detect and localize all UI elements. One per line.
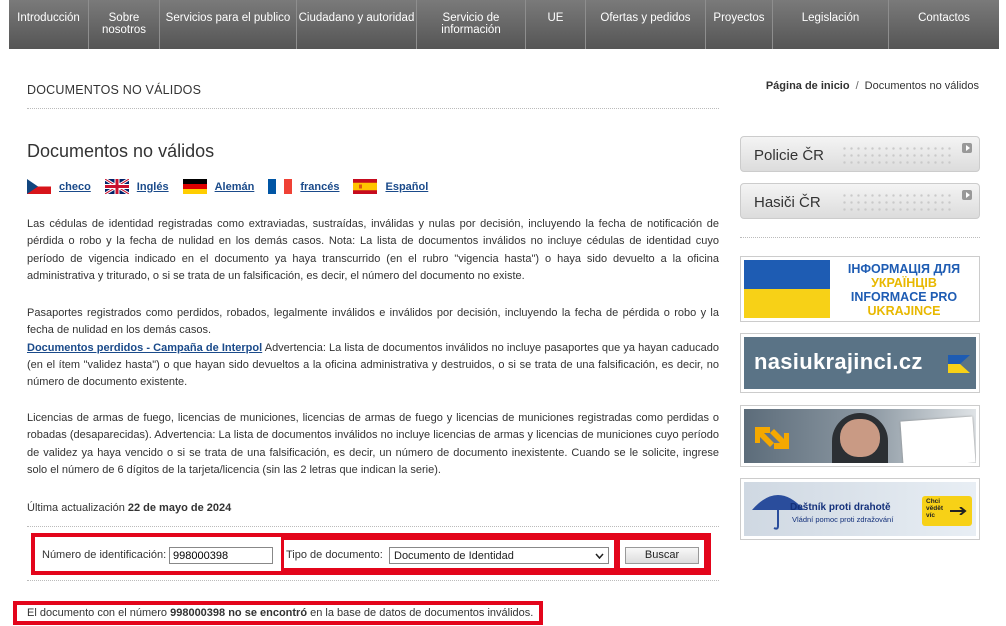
arrows-logo-icon <box>755 427 789 449</box>
ukraine-flag-icon <box>948 355 970 373</box>
id-cards-paragraph: Las cédulas de identidad registradas com… <box>27 218 719 282</box>
spanish-flag-icon <box>353 179 378 194</box>
french-flag-icon <box>268 179 293 194</box>
last-update: Última actualización 22 de mayo de 2024 <box>27 502 231 514</box>
language-link-german[interactable]: Alemán <box>215 181 255 193</box>
chevron-down-icon <box>595 553 604 559</box>
language-link-czech[interactable]: checo <box>59 181 91 193</box>
form-divider-bottom <box>27 580 719 581</box>
nav-item-legislacion[interactable]: Legislación <box>773 0 889 49</box>
nav-item-sobre-nosotros[interactable]: Sobre nosotros <box>89 0 160 49</box>
breadcrumb-current: Documentos no válidos <box>864 80 979 92</box>
passports-paragraph: Pasaportes registrados como perdidos, ro… <box>27 305 719 391</box>
header-divider <box>27 108 719 109</box>
last-update-date: 22 de mayo de 2024 <box>127 502 232 514</box>
arrow-right-icon <box>962 190 972 200</box>
ukraine-info-banner[interactable]: ІНФОРМАЦІЯ ДЛЯ УКРАЇНЦІВ INFORMACE PRO U… <box>740 256 980 322</box>
form-divider-top <box>27 526 719 527</box>
czech-flag-icon <box>27 179 51 194</box>
nasiukrajinci-text: nasiukrajinci.cz <box>754 349 923 374</box>
policie-cr-label: Policie ČR <box>754 147 825 164</box>
destnik-badge-text: Chci vědět víc <box>926 498 943 519</box>
interpol-campaign-link[interactable]: Documentos perdidos - Campaña de Interpo… <box>27 342 262 354</box>
passports-text: Pasaportes registrados como perdidos, ro… <box>27 307 719 337</box>
top-navigation: Introducción Sobre nosotros Servicios pa… <box>9 0 999 49</box>
document-type-label: Tipo de documento: <box>286 549 383 561</box>
last-update-label: Última actualización <box>27 502 128 514</box>
destnik-title: Deštník proti drahotě <box>790 502 891 513</box>
language-czech[interactable]: checo <box>27 179 91 194</box>
firearms-paragraph: Licencias de armas de fuego, licencias d… <box>27 412 719 476</box>
breadcrumb-home-link[interactable]: Página de inicio <box>766 80 850 92</box>
german-flag-icon <box>182 179 207 194</box>
document-sheet-image <box>900 416 976 463</box>
dot-pattern <box>841 192 951 212</box>
document-type-selected: Documento de Identidad <box>394 549 514 562</box>
nav-item-introduccion[interactable]: Introducción <box>9 0 89 49</box>
destnik-banner[interactable]: Deštník proti drahotě Vládní pomoc proti… <box>740 478 980 540</box>
language-list: checo Inglés Alemán francés Español <box>27 179 442 194</box>
destnik-badge: Chci vědět víc <box>922 496 972 526</box>
language-german[interactable]: Alemán <box>182 179 255 194</box>
breadcrumb: Página de inicio / Documentos no válidos <box>766 80 979 92</box>
nav-item-contactos[interactable]: Contactos <box>889 0 999 49</box>
banner-ua-line4: UKRAJINCE <box>867 304 941 318</box>
dot-pattern <box>841 145 951 165</box>
destnik-subtitle: Vládní pomoc proti zdražování <box>792 515 894 524</box>
ukraine-flag-blue <box>744 260 830 289</box>
language-link-french[interactable]: francés <box>300 181 339 193</box>
policie-cr-button[interactable]: Policie ČR <box>740 136 980 172</box>
hasici-cr-button[interactable]: Hasiči ČR <box>740 183 980 219</box>
nav-item-informacion[interactable]: Servicio de información <box>417 0 526 49</box>
banner-ua-line2: УКРАЇНЦІВ <box>871 276 937 290</box>
uk-flag-icon <box>104 179 129 194</box>
id-number-input[interactable] <box>169 547 273 564</box>
arrow-right-icon <box>962 143 972 153</box>
nasiukrajinci-banner[interactable]: nasiukrajinci.cz <box>740 333 980 393</box>
search-button[interactable]: Buscar <box>625 547 699 564</box>
banner-ua-line1: ІНФОРМАЦІЯ ДЛЯ <box>847 262 961 276</box>
page-heading: Documentos no válidos <box>27 141 215 161</box>
id-number-label: Número de identificación: <box>42 549 167 561</box>
result-pre: El documento con el número <box>27 607 171 619</box>
page-section-title: DOCUMENTOS NO VÁLIDOS <box>27 83 202 97</box>
arrow-right-icon <box>950 507 967 515</box>
document-type-select[interactable]: Documento de Identidad <box>389 547 609 564</box>
mvcr-video-banner[interactable] <box>740 405 980 467</box>
language-link-english[interactable]: Inglés <box>137 181 169 193</box>
ukraine-flag-yellow <box>744 289 830 318</box>
language-link-spanish[interactable]: Español <box>385 181 428 193</box>
result-post: en la base de datos de documentos inváli… <box>307 607 534 619</box>
result-strong: 998000398 no se encontró <box>170 607 308 619</box>
nav-item-ciudadano[interactable]: Ciudadano y autoridad <box>297 0 417 49</box>
banner-ua-line3: INFORMACE PRO <box>850 290 958 304</box>
nav-item-servicios[interactable]: Servicios para el publico <box>160 0 297 49</box>
language-spanish[interactable]: Español <box>353 179 428 194</box>
language-english[interactable]: Inglés <box>104 179 169 194</box>
sidebar-divider <box>740 237 980 238</box>
nav-item-proyectos[interactable]: Proyectos <box>706 0 773 49</box>
search-result-message: El documento con el número 998000398 no … <box>13 601 543 625</box>
person-face <box>840 419 880 457</box>
nav-item-ue[interactable]: UE <box>526 0 586 49</box>
nav-item-ofertas[interactable]: Ofertas y pedidos <box>586 0 706 49</box>
language-french[interactable]: francés <box>268 179 339 194</box>
breadcrumb-separator: / <box>855 80 859 92</box>
hasici-cr-label: Hasiči ČR <box>754 194 821 211</box>
